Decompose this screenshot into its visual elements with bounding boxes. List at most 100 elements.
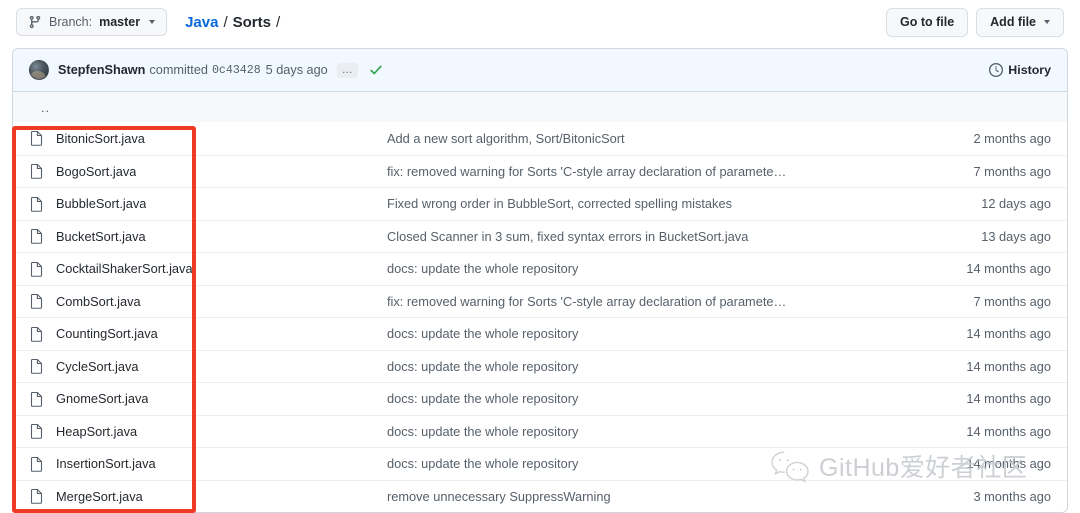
table-row[interactable]: CombSort.java fix: removed warning for So… [13,284,1067,317]
file-listing-container: StepfenShawn committed 0c43428 5 days ag… [12,48,1068,513]
commit-time: 2 months ago [973,130,1051,146]
branch-label-prefix: Branch: [49,15,93,29]
commit-verb: committed [149,63,208,77]
file-name-link[interactable]: GnomeSort.java [56,391,148,406]
table-row[interactable]: CountingSort.java docs: update the whole … [13,317,1067,350]
history-label: History [1008,63,1051,77]
table-row[interactable]: MergeSort.java remove unnecessary Suppres… [13,479,1067,512]
commit-time: 14 months ago [966,326,1051,342]
file-name-link[interactable]: InsertionSort.java [56,456,156,471]
commit-message-link[interactable]: docs: update the whole repository [387,359,919,374]
file-name-link[interactable]: CycleSort.java [56,359,139,374]
commit-message-link[interactable]: fix: removed warning for Sorts 'C-style … [387,164,919,179]
file-name-link[interactable]: CombSort.java [56,294,141,309]
commit-message-link[interactable]: docs: update the whole repository [387,424,919,439]
table-row[interactable]: BitonicSort.java Add a new sort algorithm… [13,122,1067,155]
file-name-cell: BubbleSort.java [29,196,387,212]
file-name-cell: CombSort.java [29,293,387,310]
commit-message-link[interactable]: Closed Scanner in 3 sum, fixed syntax er… [387,229,919,244]
history-link[interactable]: History [989,63,1051,77]
commit-time: 3 months ago [973,488,1051,504]
commit-time: 7 months ago [973,163,1051,179]
file-icon [29,488,45,505]
file-icon [29,130,45,147]
file-name-cell: HeapSort.java [29,423,387,440]
file-icon [29,391,45,407]
file-icon [29,293,45,310]
chevron-down-icon [1044,20,1050,24]
avatar [29,60,49,80]
commit-time: 14 months ago [966,391,1051,407]
latest-commit-bar: StepfenShawn committed 0c43428 5 days ag… [13,49,1067,92]
commit-sha[interactable]: 0c43428 [212,64,261,77]
go-to-file-label: Go to file [899,15,955,29]
breadcrumb-separator: / [223,13,228,31]
commit-message-link[interactable]: Fixed wrong order in BubbleSort, correct… [387,196,919,211]
file-name-link[interactable]: BucketSort.java [56,229,146,244]
file-name-cell: MergeSort.java [29,488,387,505]
file-icon [29,163,45,180]
git-branch-icon [28,15,42,29]
commit-time: 12 days ago [981,196,1051,212]
branch-selector-button[interactable]: Branch: master [16,8,168,36]
breadcrumb-item-java[interactable]: Java [185,14,218,31]
file-name-link[interactable]: BitonicSort.java [56,131,145,146]
commit-message-link[interactable]: docs: update the whole repository [387,391,919,406]
breadcrumb: Java / Sorts / [185,14,285,31]
commit-time: 14 months ago [966,358,1051,374]
commit-message-link[interactable]: Add a new sort algorithm, Sort/BitonicSo… [387,131,919,146]
file-icon [29,456,45,472]
table-row[interactable]: InsertionSort.java docs: update the whole… [13,447,1067,480]
file-name-link[interactable]: HeapSort.java [56,424,137,439]
file-icon [29,261,45,277]
parent-directory-row[interactable]: .. [13,92,1067,122]
table-row[interactable]: CycleSort.java docs: update the whole rep… [13,349,1067,382]
commit-time: 14 months ago [966,456,1051,472]
commit-time: 7 months ago [973,293,1051,309]
file-name-cell: BucketSort.java [29,228,387,245]
file-name-cell: GnomeSort.java [29,391,387,407]
commit-timestamp: 5 days ago [265,63,328,77]
file-icon [29,423,45,440]
commit-message-link[interactable]: docs: update the whole repository [387,261,919,276]
table-row[interactable]: BucketSort.java Closed Scanner in 3 sum, … [13,219,1067,252]
file-name-link[interactable]: BubbleSort.java [56,196,146,211]
commit-message-link[interactable]: docs: update the whole repository [387,326,919,341]
commit-message-link[interactable]: remove unnecessary SuppressWarning [387,489,919,504]
file-icon [29,358,45,375]
table-row[interactable]: CocktailShakerSort.java docs: update the … [13,252,1067,285]
go-to-file-button[interactable]: Go to file [885,7,969,37]
commit-message-link[interactable]: docs: update the whole repository [387,456,919,471]
file-name-cell: CountingSort.java [29,326,387,342]
file-icon [29,228,45,245]
table-row[interactable]: BogoSort.java fix: removed warning for So… [13,154,1067,187]
checks-passed-icon[interactable] [369,63,383,77]
repo-toolbar: Branch: master Java / Sorts / Go to file… [0,0,1080,44]
commit-time: 14 months ago [966,423,1051,439]
add-file-button[interactable]: Add file [976,7,1064,37]
table-row[interactable]: HeapSort.java docs: update the whole repo… [13,414,1067,447]
commit-message-link[interactable]: fix: removed warning for Sorts 'C-style … [387,294,919,309]
table-row[interactable]: BubbleSort.java Fixed wrong order in Bubb… [13,187,1067,220]
toolbar-actions: Go to file Add file [885,7,1064,37]
commit-author[interactable]: StepfenShawn [58,63,145,77]
commit-time: 14 months ago [966,261,1051,277]
clock-icon [989,63,1004,77]
file-name-link[interactable]: MergeSort.java [56,489,143,504]
breadcrumb-item-sorts[interactable]: Sorts [233,14,271,31]
file-name-cell: BogoSort.java [29,163,387,180]
commit-message-expand-button[interactable]: … [336,62,359,78]
github-directory-listing-page: Branch: master Java / Sorts / Go to file… [0,0,1080,513]
table-row[interactable]: GnomeSort.java docs: update the whole rep… [13,382,1067,415]
chevron-down-icon [149,20,156,24]
file-name-cell: CocktailShakerSort.java [29,261,387,277]
file-name-link[interactable]: BogoSort.java [56,164,136,179]
add-file-label: Add file [990,15,1036,29]
parent-directory-label[interactable]: .. [29,100,50,115]
file-name-cell: CycleSort.java [29,358,387,375]
file-icon [29,326,45,342]
file-name-link[interactable]: CocktailShakerSort.java [56,261,193,276]
file-icon [29,196,45,212]
branch-name: master [99,15,141,29]
file-name-link[interactable]: CountingSort.java [56,326,158,341]
